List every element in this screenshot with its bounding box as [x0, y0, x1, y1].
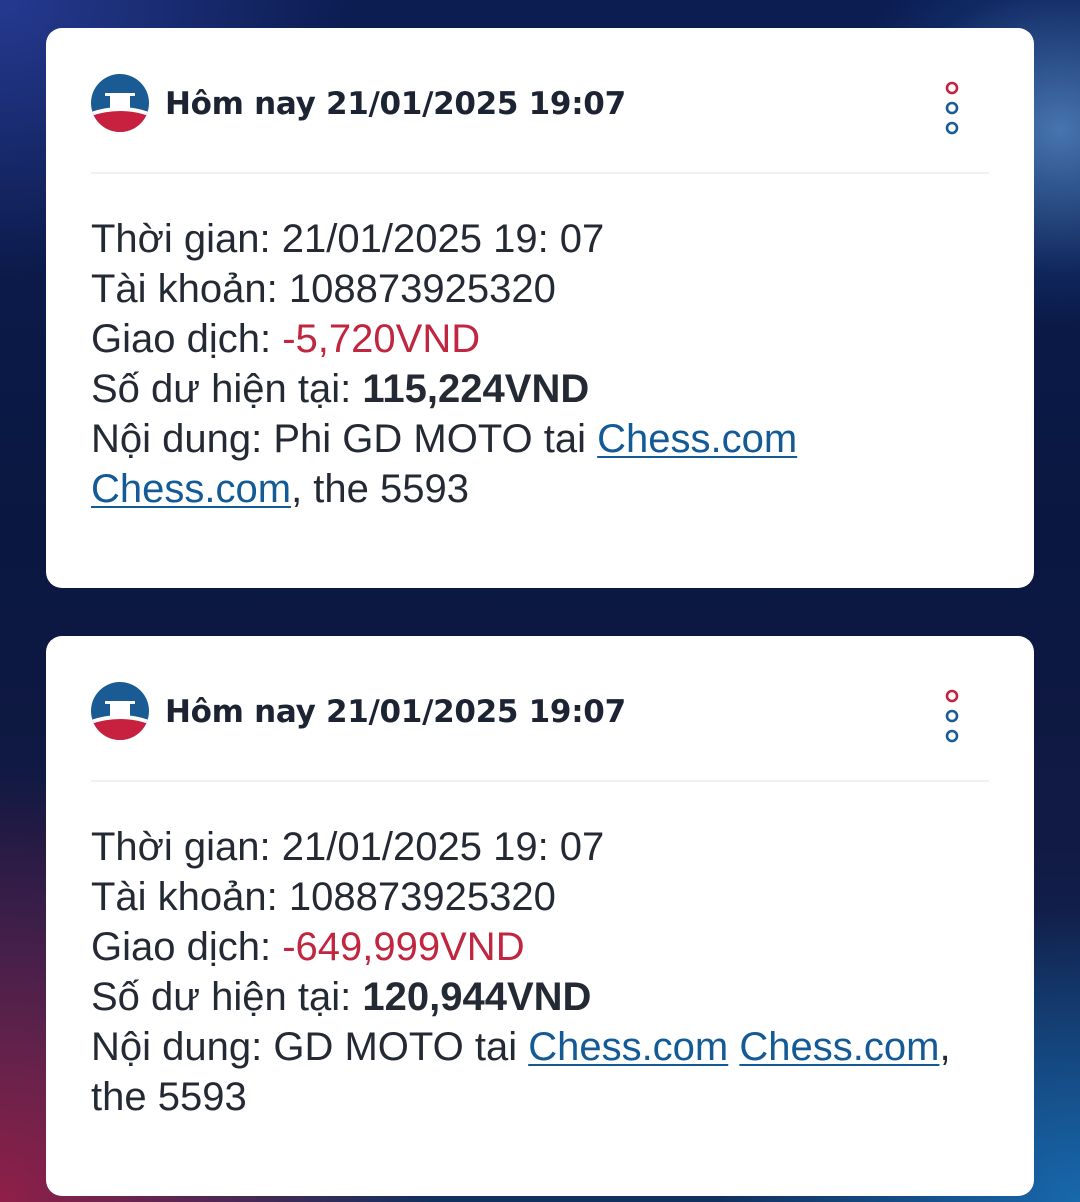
content-suffix-comma: ,	[939, 1025, 951, 1069]
content-row: Nội dung: GD MOTO tai Chess.com Chess.co…	[91, 1022, 989, 1122]
account-row: Tài khoản: 108873925320	[91, 264, 989, 314]
transaction-amount: -649,999VND	[282, 925, 525, 969]
transaction-row: Giao dịch: -649,999VND	[91, 922, 989, 972]
account-number: 108873925320	[288, 267, 556, 311]
transaction-label: Giao dịch:	[91, 925, 283, 969]
time-value: 21/01/2025 19: 07	[281, 217, 605, 261]
content-text: GD MOTO tai	[273, 1025, 529, 1069]
content-label: Nội dung:	[91, 1025, 274, 1069]
notification-card[interactable]: Hôm nay 21/01/2025 19:07 Thời gian: 21/0…	[46, 28, 1034, 588]
bank-logo-icon	[91, 74, 149, 132]
transaction-label: Giao dịch:	[91, 317, 283, 361]
account-number: 108873925320	[288, 875, 556, 919]
notification-header: Hôm nay 21/01/2025 19:07	[91, 72, 989, 142]
merchant-link[interactable]: Chess.com	[739, 1025, 939, 1069]
notification-body: Thời gian: 21/01/2025 19: 07 Tài khoản: …	[91, 822, 989, 1122]
more-vertical-icon[interactable]	[943, 688, 961, 744]
notification-body: Thời gian: 21/01/2025 19: 07 Tài khoản: …	[91, 214, 989, 514]
notification-date: Hôm nay 21/01/2025 19:07	[165, 86, 626, 122]
merchant-link[interactable]: Chess.com	[528, 1025, 728, 1069]
time-row: Thời gian: 21/01/2025 19: 07	[91, 822, 989, 872]
balance-row: Số dư hiện tại: 115,224VND	[91, 364, 989, 414]
more-vertical-icon[interactable]	[943, 80, 961, 136]
balance-amount: 120,944VND	[362, 975, 592, 1019]
transaction-amount: -5,720VND	[282, 317, 481, 361]
content-label: Nội dung:	[91, 417, 274, 461]
divider	[91, 172, 989, 174]
time-label: Thời gian:	[91, 825, 282, 869]
notification-date: Hôm nay 21/01/2025 19:07	[165, 694, 626, 730]
balance-row: Số dư hiện tại: 120,944VND	[91, 972, 989, 1022]
notification-header: Hôm nay 21/01/2025 19:07	[91, 680, 989, 750]
account-label: Tài khoản:	[91, 875, 289, 919]
content-suffix: the 5593	[91, 1075, 247, 1119]
time-row: Thời gian: 21/01/2025 19: 07	[91, 214, 989, 264]
time-value: 21/01/2025 19: 07	[281, 825, 605, 869]
merchant-link[interactable]: Chess.com	[91, 467, 291, 511]
link-separator	[728, 1025, 739, 1069]
time-label: Thời gian:	[91, 217, 282, 261]
content-row: Nội dung: Phi GD MOTO tai Chess.com Ches…	[91, 414, 989, 514]
divider	[91, 780, 989, 782]
account-label: Tài khoản:	[91, 267, 289, 311]
transaction-row: Giao dịch: -5,720VND	[91, 314, 989, 364]
balance-label: Số dư hiện tại:	[91, 975, 363, 1019]
content-text: Phi GD MOTO tai	[273, 417, 598, 461]
merchant-link[interactable]: Chess.com	[597, 417, 797, 461]
content-suffix: , the 5593	[291, 467, 469, 511]
balance-amount: 115,224VND	[362, 367, 590, 411]
bank-logo-icon	[91, 682, 149, 740]
account-row: Tài khoản: 108873925320	[91, 872, 989, 922]
balance-label: Số dư hiện tại:	[91, 367, 363, 411]
notification-card[interactable]: Hôm nay 21/01/2025 19:07 Thời gian: 21/0…	[46, 636, 1034, 1196]
